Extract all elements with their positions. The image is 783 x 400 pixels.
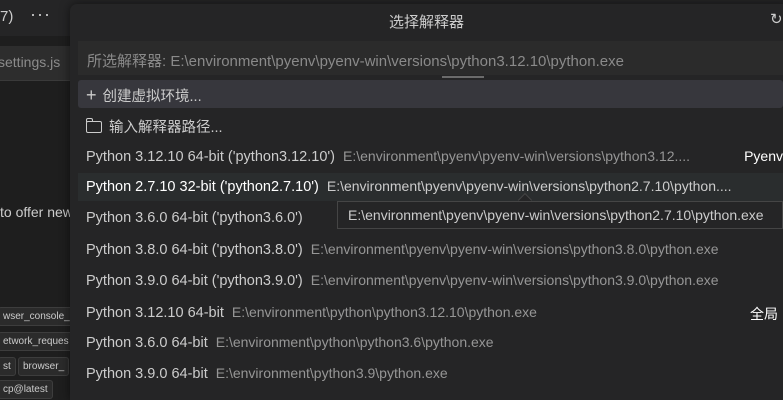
interpreter-label: Python 3.6.0 64-bit [86, 335, 208, 351]
interpreter-path: E:\environment\python\python3.6\python.e… [215, 334, 494, 350]
progress-bar [442, 76, 484, 78]
interpreter-label: Python 3.9.0 64-bit ('python3.9.0') [86, 273, 303, 289]
refresh-icon[interactable]: ↻ [770, 10, 783, 28]
interpreter-label: Python 3.6.0 64-bit ('python3.6.0') [86, 210, 303, 226]
interpreter-path: E:\environment\python3.9\python.exe [215, 365, 448, 381]
interpreter-path: E:\environment\pyenv\pyenv-win\versions\… [326, 178, 732, 194]
interpreter-item[interactable]: Python 2.7.10 32-bit ('python2.7.10') E:\… [78, 173, 783, 201]
editor-tab[interactable]: settings.js [0, 46, 70, 81]
editor-fragment-text: 7) [0, 8, 14, 25]
tool-chip[interactable]: wser_console_n [0, 307, 81, 326]
interpreter-label: Python 2.7.10 32-bit ('python2.7.10') [86, 179, 319, 195]
interpreter-item[interactable]: Python 3.9.0 64-bit ('python3.9.0') E:\en… [78, 267, 783, 295]
interpreter-item[interactable]: Python 3.12.10 64-bit ('python3.12.10') E… [78, 143, 783, 171]
interpreter-search-input[interactable]: 所选解释器: E:\environment\pyenv\pyenv-win\ve… [78, 41, 783, 75]
create-venv-action[interactable]: + 创建虚拟环境... [78, 80, 783, 108]
interpreter-label: Python 3.8.0 64-bit ('python3.8.0') [86, 242, 303, 258]
interpreter-path: E:\environment\pyenv\pyenv-win\versions\… [310, 272, 719, 288]
interpreter-path: E:\environment\pyenv\pyenv-win\versions\… [310, 241, 719, 257]
interpreter-label: Python 3.12.10 64-bit [86, 305, 224, 321]
tool-chip[interactable]: cp@latest [0, 380, 53, 399]
tool-chip[interactable]: etwork_reques [0, 332, 74, 351]
interpreter-path: E:\environment\pyenv\pyenv-win\versions\… [343, 148, 691, 164]
folder-icon [85, 118, 102, 133]
interpreter-item[interactable]: Python 3.9.0 64-bit E:\environment\python… [78, 360, 783, 388]
interpreter-label: Python 3.12.10 64-bit ('python3.12.10') [86, 149, 335, 165]
search-input-placeholder: 所选解释器: E:\environment\pyenv\pyenv-win\ve… [87, 53, 624, 70]
enter-path-label: 输入解释器路径... [109, 120, 223, 136]
path-tooltip: E:\environment\pyenv\pyenv-win\versions\… [337, 201, 783, 229]
tool-chip[interactable]: st [0, 357, 16, 376]
interpreter-item[interactable]: Python 3.8.0 64-bit ('python3.8.0') E:\en… [78, 236, 783, 264]
create-venv-label: 创建虚拟环境... [102, 89, 202, 105]
interpreter-group-tag: Pyenv [744, 148, 783, 164]
tool-chip[interactable]: browser_ [18, 357, 70, 376]
tooltip-text: E:\environment\pyenv\pyenv-win\versions\… [348, 207, 764, 223]
plus-icon: + [86, 85, 97, 105]
editor-tab-label: settings.js [0, 54, 61, 70]
enter-interpreter-path-action[interactable]: 输入解释器路径... [78, 111, 783, 139]
quick-pick-title: 选择解释器 [388, 14, 464, 31]
more-actions-button[interactable]: ··· [30, 4, 51, 25]
interpreter-item[interactable]: Python 3.12.10 64-bit E:\environment\pyth… [78, 299, 783, 327]
interpreter-group-tag: 全局 [750, 306, 778, 322]
interpreter-item[interactable]: Python 3.6.0 64-bit E:\environment\python… [78, 329, 783, 357]
interpreter-path: E:\environment\python\python3.12.10\pyth… [231, 304, 537, 320]
interpreter-label: Python 3.9.0 64-bit [86, 366, 208, 382]
editor-text-line: to offer new [0, 204, 73, 220]
